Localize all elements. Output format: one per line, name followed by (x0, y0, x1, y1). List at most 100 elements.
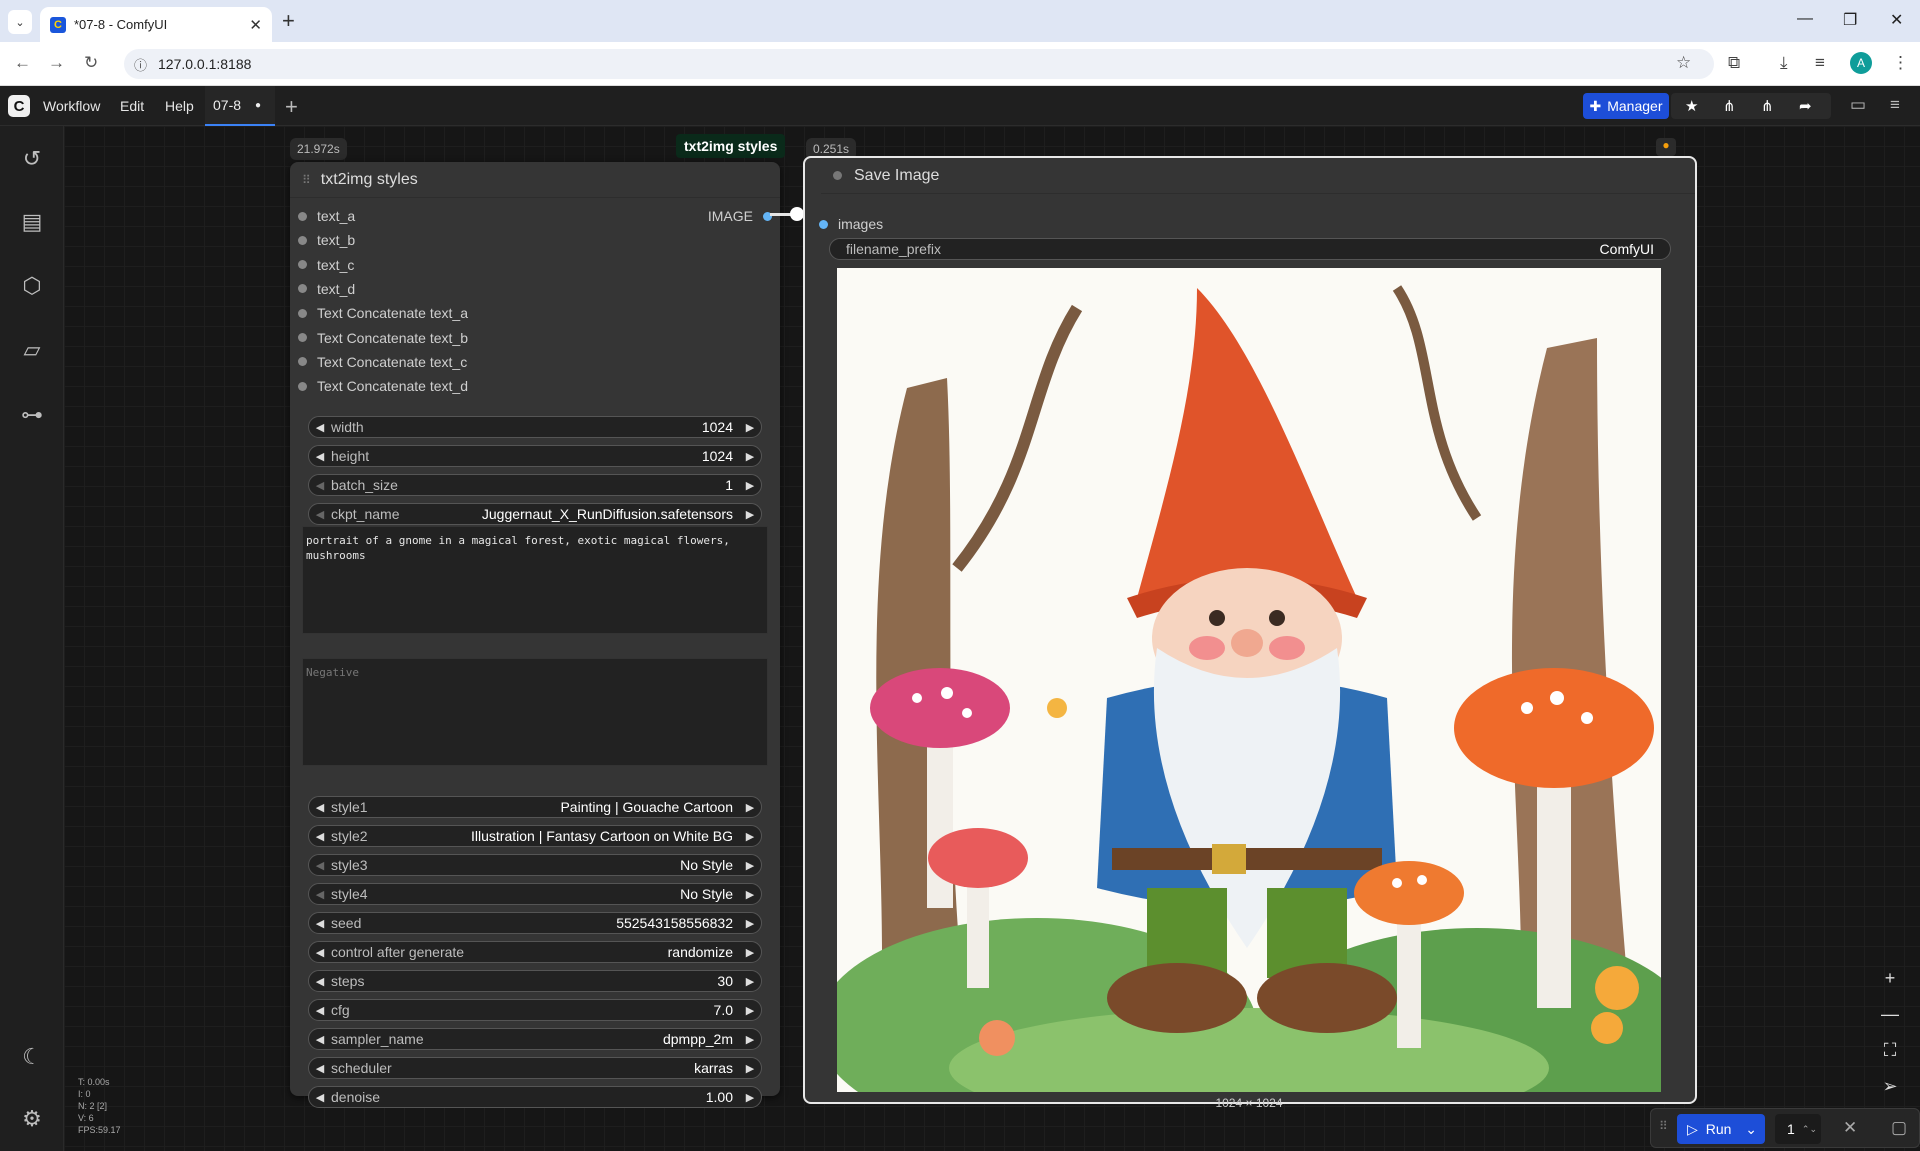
queue-panel-icon[interactable]: ▢ (1891, 1118, 1907, 1138)
input-slot[interactable]: text_b (298, 232, 355, 248)
node-title-bar[interactable]: ⠿ txt2img styles (290, 162, 780, 198)
decrement-arrow-icon[interactable]: ◀ (309, 946, 331, 959)
input-dot-icon[interactable] (298, 235, 307, 245)
share-arrow-icon[interactable]: ➦ (1799, 97, 1812, 115)
increment-arrow-icon[interactable]: ▶ (739, 801, 761, 814)
widget-control-after-generate[interactable]: ◀ control after generate randomize ▶ (308, 941, 762, 963)
add-workflow-icon[interactable]: + (285, 94, 298, 120)
star-icon[interactable]: ★ (1685, 97, 1698, 115)
increment-arrow-icon[interactable]: ▶ (739, 830, 761, 843)
widget-height[interactable]: ◀ height 1024 ▶ (308, 445, 762, 467)
input-dot-icon[interactable] (298, 381, 307, 391)
negative-prompt-textarea[interactable]: Negative (302, 658, 768, 766)
minimize-icon[interactable]: — (1797, 10, 1813, 28)
menu-workflow[interactable]: Workflow (43, 98, 100, 114)
increment-arrow-icon[interactable]: ▶ (739, 508, 761, 521)
download-icon[interactable]: ⤓ (1780, 53, 1788, 73)
increment-arrow-icon[interactable]: ▶ (739, 1062, 761, 1075)
window-close-icon[interactable]: ✕ (1890, 10, 1903, 30)
decrement-arrow-icon[interactable]: ◀ (309, 421, 331, 434)
hamburger-menu-icon[interactable]: ≡ (1890, 95, 1900, 115)
widget-width[interactable]: ◀ width 1024 ▶ (308, 416, 762, 438)
input-slot[interactable]: text_d (298, 281, 355, 297)
input-dot-icon[interactable] (298, 260, 307, 270)
increment-arrow-icon[interactable]: ▶ (739, 479, 761, 492)
graph-canvas[interactable]: 21.972s txt2img styles ⠿ txt2img styles … (64, 126, 1920, 1151)
collapse-dot-icon[interactable] (833, 171, 842, 180)
widget-steps[interactable]: ◀ steps 30 ▶ (308, 970, 762, 992)
decrement-arrow-icon[interactable]: ◀ (309, 975, 331, 988)
increment-arrow-icon[interactable]: ▶ (739, 946, 761, 959)
filename-prefix-widget[interactable]: filename_prefix ComfyUI (829, 238, 1671, 260)
model-library-cube-icon[interactable]: ⬡ (18, 273, 46, 299)
increment-arrow-icon[interactable]: ▶ (739, 888, 761, 901)
decrement-arrow-icon[interactable]: ◀ (309, 917, 331, 930)
increment-arrow-icon[interactable]: ▶ (739, 917, 761, 930)
profile-avatar[interactable]: A (1850, 52, 1872, 74)
widget-style2[interactable]: ◀ style2 Illustration | Fantasy Cartoon on… (308, 825, 762, 847)
forward-icon[interactable]: → (48, 53, 65, 73)
widget-style3[interactable]: ◀ style3 No Style ▶ (308, 854, 762, 876)
media-icon[interactable]: ≡ (1815, 53, 1825, 73)
decrement-arrow-icon[interactable]: ◀ (309, 801, 331, 814)
decrement-arrow-icon[interactable]: ◀ (309, 1062, 331, 1075)
address-bar[interactable]: ⓘ 127.0.0.1:8188 (124, 49, 1714, 79)
increment-arrow-icon[interactable]: ▶ (739, 975, 761, 988)
cancel-queue-icon[interactable]: ✕ (1843, 1118, 1857, 1138)
fit-view-icon[interactable]: ⛶ (1872, 1032, 1908, 1068)
input-dot-icon[interactable] (298, 357, 307, 367)
toggle-panel-icon[interactable]: ▭ (1850, 95, 1866, 115)
bookmark-star-icon[interactable]: ☆ (1676, 53, 1691, 73)
share-network-icon[interactable]: ⋔ (1723, 97, 1736, 115)
link-midpoint-icon[interactable] (790, 207, 804, 221)
run-button[interactable]: ▷ Run ⌄ (1677, 1114, 1765, 1144)
generated-image-gnome[interactable] (837, 268, 1661, 1092)
input-dot-icon[interactable] (298, 211, 307, 221)
history-icon[interactable]: ↺ (18, 146, 46, 172)
tab-list-icon[interactable]: ⌄ (8, 10, 32, 34)
browser-tab[interactable]: C *07-8 - ComfyUI ✕ (40, 7, 272, 42)
new-tab-icon[interactable]: + (282, 8, 295, 34)
increment-arrow-icon[interactable]: ▶ (739, 450, 761, 463)
workflow-tab[interactable]: 07-8 ● (205, 86, 275, 126)
node-library-icon[interactable]: ⊶ (18, 402, 46, 428)
settings-gear-icon[interactable]: ⚙ (18, 1106, 46, 1132)
input-slot[interactable]: Text Concatenate text_a (298, 305, 468, 321)
input-slot[interactable]: text_c (298, 257, 354, 273)
save-image-node[interactable]: Save Image images filename_prefix ComfyU… (803, 156, 1697, 1110)
decrement-arrow-icon[interactable]: ◀ (309, 830, 331, 843)
decrement-arrow-icon[interactable]: ◀ (309, 450, 331, 463)
output-slot-image[interactable]: IMAGE (708, 208, 772, 224)
widget-cfg[interactable]: ◀ cfg 7.0 ▶ (308, 999, 762, 1021)
stepper-icon[interactable]: ⌃⌄ (1802, 1124, 1817, 1135)
restore-icon[interactable]: ❐ (1843, 10, 1857, 30)
input-slot[interactable]: text_a (298, 208, 355, 224)
manager-button[interactable]: ✚ Manager (1583, 93, 1669, 119)
input-dot-icon[interactable] (819, 219, 828, 229)
decrement-arrow-icon[interactable]: ◀ (309, 1033, 331, 1046)
decrement-arrow-icon[interactable]: ◀ (309, 1091, 331, 1104)
extensions-icon[interactable]: ⧉ (1728, 53, 1740, 73)
comfyui-logo-icon[interactable]: C (8, 95, 30, 117)
input-dot-icon[interactable] (298, 284, 307, 294)
input-slot-images[interactable]: images (819, 216, 883, 232)
zoom-out-icon[interactable]: — (1872, 996, 1908, 1032)
workflows-folder-icon[interactable]: ▱ (18, 337, 46, 363)
widget-ckpt_name[interactable]: ◀ ckpt_name Juggernaut_X_RunDiffusion.safe… (308, 503, 762, 525)
widget-sampler_name[interactable]: ◀ sampler_name dpmpp_2m ▶ (308, 1028, 762, 1050)
decrement-arrow-icon[interactable]: ◀ (309, 859, 331, 872)
save-node-title-bar[interactable]: Save Image (821, 158, 1695, 194)
widget-style1[interactable]: ◀ style1 Painting | Gouache Cartoon ▶ (308, 796, 762, 818)
group-title[interactable]: txt2img styles (676, 134, 786, 158)
decrement-arrow-icon[interactable]: ◀ (309, 508, 331, 521)
widget-style4[interactable]: ◀ style4 No Style ▶ (308, 883, 762, 905)
reload-icon[interactable]: ↻ (84, 53, 98, 73)
input-dot-icon[interactable] (298, 308, 307, 318)
widget-scheduler[interactable]: ◀ scheduler karras ▶ (308, 1057, 762, 1079)
batch-count-input[interactable]: 1 ⌃⌄ (1775, 1114, 1821, 1144)
menu-edit[interactable]: Edit (120, 98, 144, 114)
decrement-arrow-icon[interactable]: ◀ (309, 888, 331, 901)
share-network-alt-icon[interactable]: ⋔ (1761, 97, 1774, 115)
increment-arrow-icon[interactable]: ▶ (739, 1004, 761, 1017)
txt2img-styles-node[interactable]: ⠿ txt2img styles IMAGE text_a text_b text_… (290, 162, 780, 1108)
